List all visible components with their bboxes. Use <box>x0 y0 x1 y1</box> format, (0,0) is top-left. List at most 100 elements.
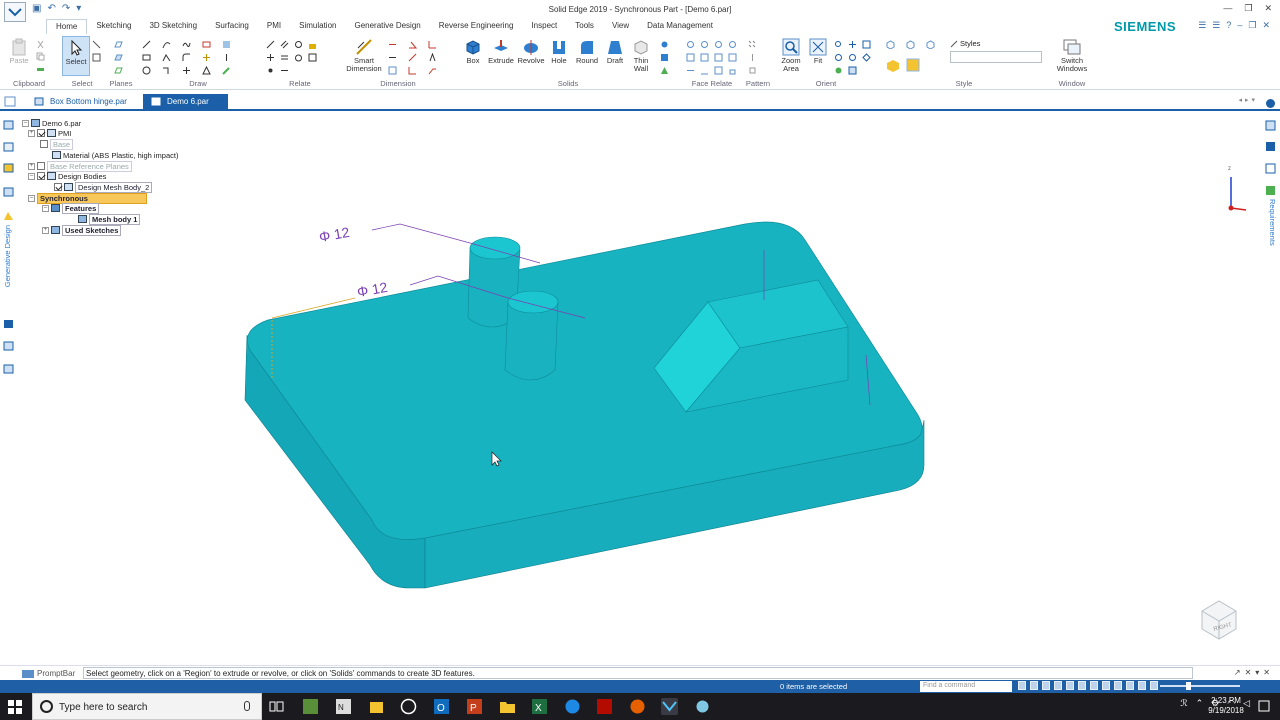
rotate-icon[interactable] <box>1066 681 1074 690</box>
microphone-icon[interactable] <box>244 701 250 711</box>
properties-icon[interactable] <box>3 319 14 329</box>
cylinder-1-top[interactable] <box>469 236 521 260</box>
select-button[interactable]: Select <box>62 36 90 76</box>
cylinder-2-body[interactable] <box>504 301 559 381</box>
face-tangent-icon[interactable] <box>728 40 737 49</box>
sketch-view-icon[interactable] <box>1078 681 1086 690</box>
visibility-checkbox[interactable] <box>37 162 45 170</box>
tree-node-material[interactable]: Material (ABS Plastic, high impact) <box>52 150 178 160</box>
copy-icon[interactable] <box>36 52 45 61</box>
horizontal-icon[interactable] <box>266 53 275 62</box>
smart-dimension-button[interactable]: Smart Dimension <box>344 38 384 73</box>
zoom-icon[interactable] <box>834 40 843 49</box>
view-orient-icon[interactable] <box>862 40 871 49</box>
generative-design-panel-label[interactable]: Generative Design <box>3 225 12 287</box>
fillet-icon[interactable] <box>182 53 191 62</box>
solid-edge-active-icon[interactable] <box>661 698 678 715</box>
collinear-icon[interactable] <box>280 66 289 75</box>
paste-button[interactable]: Paste <box>6 38 32 65</box>
rectangle-icon[interactable] <box>142 53 151 62</box>
fill-icon[interactable] <box>222 40 231 49</box>
coordinate-triad[interactable]: z <box>1224 165 1252 215</box>
cut-icon[interactable] <box>36 40 45 49</box>
curve-icon[interactable] <box>182 40 191 49</box>
point-icon[interactable] <box>266 66 275 75</box>
tree-node-design-bodies[interactable]: – Design Bodies <box>28 171 106 181</box>
view-cube[interactable]: RIGHT <box>1196 597 1242 643</box>
face-lock-icon[interactable] <box>728 66 737 75</box>
collapse-icon[interactable]: – <box>42 204 49 212</box>
tab-tools[interactable]: Tools <box>566 19 603 34</box>
social-icon[interactable] <box>1265 141 1276 152</box>
offset-icon[interactable] <box>202 40 211 49</box>
face-rigid-icon[interactable] <box>714 66 723 75</box>
styles-button[interactable]: Styles <box>950 39 980 48</box>
fit-icon[interactable] <box>1042 681 1050 690</box>
windows-start-icon[interactable] <box>8 700 22 714</box>
find-command-input[interactable]: Find a command <box>920 681 1012 692</box>
mirror-icon[interactable] <box>222 53 231 62</box>
library-icon[interactable] <box>1265 120 1276 131</box>
help-icon[interactable]: ? <box>1226 20 1231 31</box>
task-view-icon[interactable] <box>268 698 285 715</box>
doc-close-icon[interactable]: ✕ <box>1262 20 1270 31</box>
tree-node-base[interactable]: Base <box>40 138 74 150</box>
pattern-icon[interactable] <box>748 40 757 49</box>
grid-icon[interactable] <box>1150 681 1158 690</box>
hidden-icon[interactable] <box>1126 681 1134 690</box>
coincident-plane-icon[interactable] <box>114 53 123 62</box>
options-icon[interactable]: ☰ <box>1212 20 1220 31</box>
help-circle-icon[interactable] <box>1265 98 1276 109</box>
people-icon[interactable]: ℛ <box>1180 698 1187 709</box>
move-icon[interactable] <box>202 53 211 62</box>
requirements-icon[interactable] <box>1265 185 1276 196</box>
excel-icon[interactable]: X <box>531 698 548 715</box>
tab-3d-sketching[interactable]: 3D Sketching <box>140 19 206 34</box>
expand-icon[interactable]: + <box>28 129 35 137</box>
distance-icon[interactable] <box>388 40 397 49</box>
concentric-icon[interactable] <box>294 40 303 49</box>
collapse-icon[interactable]: – <box>28 172 35 180</box>
acrobat-icon[interactable] <box>596 698 613 715</box>
plane-3-icon[interactable] <box>114 66 123 75</box>
arc-icon[interactable] <box>162 40 171 49</box>
solids-more-2-icon[interactable] <box>660 53 669 62</box>
notifications-icon[interactable] <box>1258 700 1270 712</box>
switch-windows-button[interactable]: Switch Windows <box>1050 38 1094 73</box>
format-painter-icon[interactable] <box>36 66 45 75</box>
chamfer-dim-icon[interactable] <box>408 53 417 62</box>
tab-generative-design[interactable]: Generative Design <box>345 19 429 34</box>
firefox-icon[interactable] <box>629 698 646 715</box>
draft-button[interactable]: Draft <box>602 38 628 65</box>
collapse-icon[interactable]: – <box>28 194 35 202</box>
construction-icon[interactable] <box>202 66 211 75</box>
face-perpendicular-icon[interactable] <box>686 53 695 62</box>
views-icon[interactable] <box>1090 681 1098 690</box>
solids-more-1-icon[interactable] <box>660 40 669 49</box>
face-offset-icon[interactable] <box>728 53 737 62</box>
zoom-slider[interactable] <box>1160 685 1240 687</box>
shaded-icon[interactable] <box>886 40 895 49</box>
face-color-icon[interactable] <box>906 58 920 72</box>
pan-icon[interactable] <box>1054 681 1062 690</box>
minimize-icon[interactable]: — <box>1223 3 1232 14</box>
leader-icon[interactable] <box>428 66 437 75</box>
doctab-demo-6[interactable]: Demo 6.par <box>143 94 228 110</box>
face-coplanar-icon[interactable] <box>686 40 695 49</box>
pan-icon[interactable] <box>848 40 857 49</box>
dim-axis-icon[interactable] <box>408 66 417 75</box>
pathfinder-icon[interactable] <box>3 120 14 130</box>
box-button[interactable]: Box <box>460 38 486 65</box>
tab-view[interactable]: View <box>603 19 638 34</box>
visibility-checkbox[interactable] <box>37 129 45 137</box>
prompt-bar-label[interactable]: PromptBar <box>22 669 75 678</box>
tree-node-base-planes[interactable]: + Base Reference Planes <box>28 160 132 172</box>
tab-surfacing[interactable]: Surfacing <box>206 19 258 34</box>
round-button[interactable]: Round <box>572 38 602 65</box>
dimension-label-1[interactable]: Φ 12 <box>318 224 351 245</box>
visibility-checkbox[interactable] <box>37 172 45 180</box>
styles-icon[interactable] <box>1102 681 1110 690</box>
close-icon[interactable]: ✕ <box>1264 3 1272 14</box>
tree-node-features[interactable]: – Features <box>42 202 100 214</box>
tree-node-synchronous[interactable]: – Synchronous <box>28 192 147 204</box>
